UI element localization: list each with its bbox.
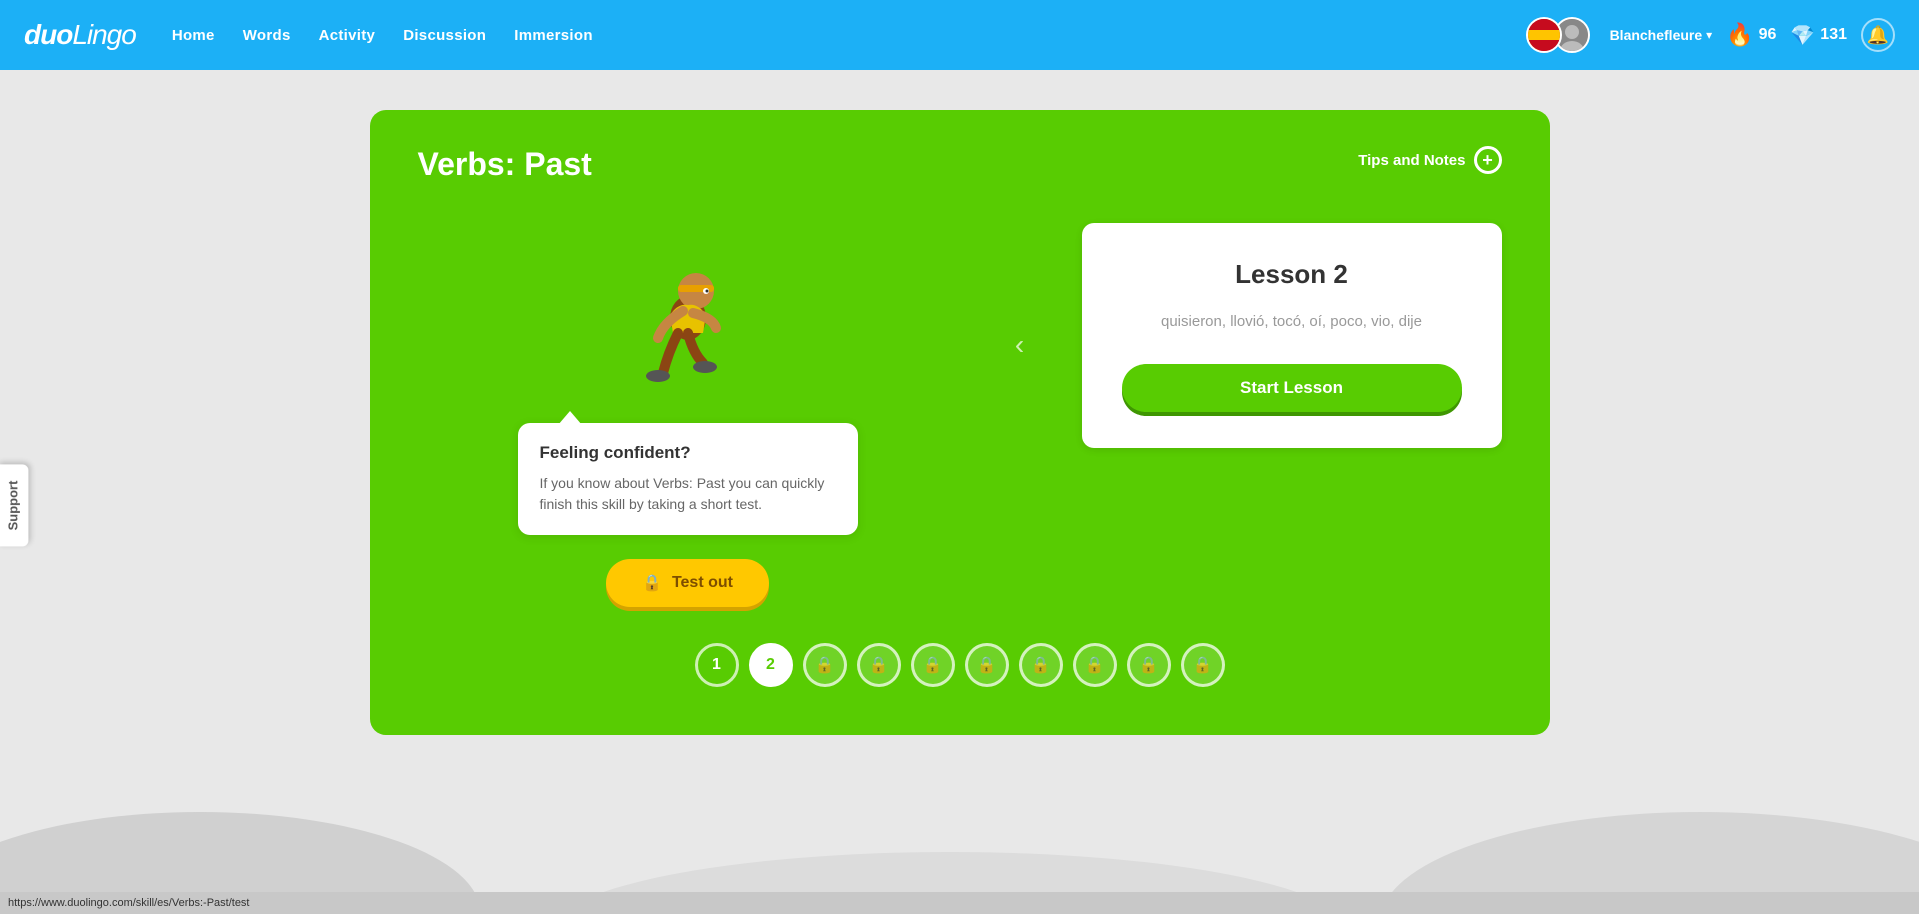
lesson-card: Verbs: Past Tips and Notes +: [370, 110, 1550, 735]
lesson-words: quisieron, llovió, tocó, oí, poco, vio, …: [1161, 310, 1422, 334]
progress-dot-8[interactable]: 🔒: [1127, 643, 1171, 687]
lock-icon: 🔒: [1193, 655, 1213, 675]
flag-icon: [1526, 17, 1562, 53]
lock-icon: 🔒: [1085, 655, 1105, 675]
nav-discussion[interactable]: Discussion: [403, 23, 486, 48]
tips-notes-button[interactable]: Tips and Notes +: [1358, 146, 1501, 174]
tips-plus-icon: +: [1474, 146, 1502, 174]
test-out-label: Test out: [672, 574, 733, 592]
streak-stat: 🔥 96: [1726, 22, 1776, 48]
main-content: Verbs: Past Tips and Notes +: [0, 70, 1919, 892]
runner-character: [608, 243, 768, 403]
tips-notes-label: Tips and Notes: [1358, 152, 1465, 169]
progress-dot-6[interactable]: 🔒: [1019, 643, 1063, 687]
avatar-group[interactable]: [1526, 17, 1590, 53]
card-title: Verbs: Past: [418, 146, 592, 183]
progress-dot-1[interactable]: 2: [749, 643, 793, 687]
lesson-panel: Lesson 2 quisieron, llovió, tocó, oí, po…: [1082, 223, 1502, 448]
gems-count: 131: [1820, 26, 1847, 44]
gems-stat: 💎 131: [1790, 23, 1847, 48]
progress-dot-7[interactable]: 🔒: [1073, 643, 1117, 687]
status-url: https://www.duolingo.com/skill/es/Verbs:…: [8, 897, 250, 909]
lock-small-icon: 🔒: [642, 573, 662, 593]
card-header: Verbs: Past Tips and Notes +: [418, 146, 1502, 183]
bubble-text: If you know about Verbs: Past you can qu…: [540, 473, 836, 515]
gem-icon: 💎: [1790, 23, 1815, 48]
nav-activity[interactable]: Activity: [319, 23, 376, 48]
nav: Home Words Activity Discussion Immersion: [172, 23, 1526, 48]
nav-arrow-left[interactable]: ‹: [998, 323, 1042, 367]
nav-immersion[interactable]: Immersion: [514, 23, 593, 48]
username: Blanchefleure: [1610, 27, 1703, 43]
bubble-title: Feeling confident?: [540, 443, 836, 463]
lock-icon: 🔒: [1139, 655, 1159, 675]
username-area[interactable]: Blanchefleure ▾: [1610, 27, 1713, 43]
notification-bell[interactable]: 🔔: [1861, 18, 1895, 52]
nav-words[interactable]: Words: [243, 23, 291, 48]
status-bar: https://www.duolingo.com/skill/es/Verbs:…: [0, 892, 1919, 914]
lock-icon: 🔒: [977, 655, 997, 675]
streak-count: 96: [1759, 26, 1777, 44]
card-body: Feeling confident? If you know about Ver…: [418, 223, 1502, 607]
confidence-bubble: Feeling confident? If you know about Ver…: [518, 423, 858, 535]
nav-home[interactable]: Home: [172, 23, 215, 48]
flame-icon: 🔥: [1726, 22, 1753, 48]
test-out-button[interactable]: 🔒 Test out: [606, 559, 769, 607]
progress-dot-2[interactable]: 🔒: [803, 643, 847, 687]
progress-dots: 12 🔒 🔒 🔒 🔒 🔒 🔒 🔒 🔒: [695, 643, 1225, 687]
progress-dot-5[interactable]: 🔒: [965, 643, 1009, 687]
support-tab[interactable]: Support: [0, 465, 28, 547]
progress-dot-3[interactable]: 🔒: [857, 643, 901, 687]
header-right: Blanchefleure ▾ 🔥 96 💎 131 🔔: [1526, 17, 1895, 53]
bg-hills: [0, 772, 1919, 892]
lock-icon: 🔒: [815, 655, 835, 675]
progress-dot-4[interactable]: 🔒: [911, 643, 955, 687]
chevron-down-icon: ▾: [1706, 28, 1712, 42]
progress-dot-0[interactable]: 1: [695, 643, 739, 687]
lock-icon: 🔒: [923, 655, 943, 675]
lock-icon: 🔒: [869, 655, 889, 675]
start-lesson-button[interactable]: Start Lesson: [1122, 364, 1462, 412]
lesson-number: Lesson 2: [1235, 259, 1348, 290]
progress-dot-9[interactable]: 🔒: [1181, 643, 1225, 687]
header: duoLingo Home Words Activity Discussion …: [0, 0, 1919, 70]
card-left: Feeling confident? If you know about Ver…: [418, 223, 958, 607]
lock-icon: 🔒: [1031, 655, 1051, 675]
logo[interactable]: duoLingo: [24, 19, 136, 51]
